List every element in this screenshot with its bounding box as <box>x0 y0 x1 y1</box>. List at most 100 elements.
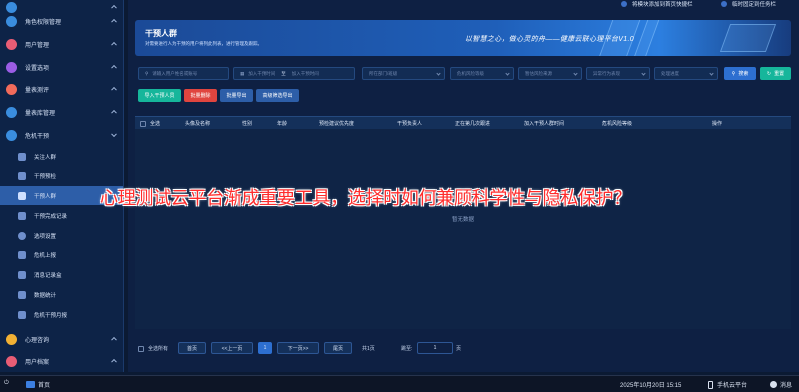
column-header: 预检建议优先度 <box>319 121 355 127</box>
page-banner: 干预人群 对需要进行人为干预的用户将列此列表，进行管理及跟踪。 以智慧之心，做心… <box>135 20 791 56</box>
column-header: 干预负责人 <box>397 121 423 127</box>
sidebar-subitem[interactable]: 关注人群 <box>0 147 123 166</box>
refresh-icon: ↻ <box>766 70 772 77</box>
role-icon <box>6 15 17 27</box>
page-number-current[interactable]: 1 <box>258 342 272 354</box>
monitor-icon <box>26 381 35 388</box>
report-icon <box>18 250 26 259</box>
calendar-icon: ▦ <box>240 70 245 76</box>
page-unit: 页 <box>456 346 462 352</box>
name-search-input[interactable]: ⚲ 请输入用户姓名或账号 <box>138 67 229 80</box>
column-header: 头像及名称 <box>185 121 211 127</box>
prev-page-button[interactable]: <<上一页 <box>211 342 253 354</box>
join-date-range[interactable]: ▦ 加入干预时间 至 加入干预时间 <box>233 67 355 80</box>
stats-icon <box>18 290 26 299</box>
sidebar-item-label: 设置选项 <box>25 65 50 72</box>
status-select[interactable]: 处理进度 <box>654 67 718 80</box>
column-header: 危机风险等级 <box>602 121 633 127</box>
first-page-button[interactable]: 首页 <box>178 342 206 354</box>
chevron-up-icon <box>111 109 117 116</box>
banner-decoration <box>719 24 777 52</box>
sidebar-item-profile[interactable]: 用户档案 <box>0 350 123 372</box>
sidebar-item-label: 量表测评 <box>25 87 50 94</box>
search-icon: ⚲ <box>145 70 149 76</box>
select-all-pages-checkbox[interactable]: 全选所有 <box>138 345 168 352</box>
sidebar-item-assessment[interactable]: 量表测评 <box>0 78 123 100</box>
inbox-icon <box>18 270 26 279</box>
page-description: 对需要进行人为干预的用户将列此列表，进行管理及跟踪。 <box>145 41 262 46</box>
search-icon: ⚲ <box>731 70 736 77</box>
mobile-platform-button[interactable]: 手机云平台 <box>708 380 747 389</box>
select-all-checkbox[interactable]: 全选 <box>140 120 160 127</box>
sidebar-subitem[interactable]: 危机上报 <box>0 245 123 264</box>
sidebar-item-label: 危机干预 <box>25 133 50 140</box>
sidebar-item-users[interactable]: 用户管理 <box>0 33 123 55</box>
check-icon <box>18 171 26 180</box>
next-page-button[interactable]: 下一页>> <box>277 342 319 354</box>
column-header: 正在第几次跟进 <box>455 121 491 127</box>
batch-export-button[interactable]: 批量导出 <box>220 89 253 102</box>
target-icon <box>18 191 26 200</box>
overlay-headline: 心理测试云平台渐成重要工具，选择时如何兼顾科学性与隐私保护？ <box>100 188 631 209</box>
messages-button[interactable]: 消息 <box>770 380 792 389</box>
top-bar: 将模块添加到首页快捷栏 临时固定到任务栏 <box>128 0 799 12</box>
chevron-down-icon <box>573 71 578 76</box>
pin-to-taskbar-link[interactable]: 临时固定到任务栏 <box>721 0 776 8</box>
record-icon <box>18 211 26 220</box>
sidebar-item-settings[interactable]: 设置选项 <box>0 56 123 78</box>
total-pages: 共1页 <box>362 346 375 352</box>
sidebar-item-consult[interactable]: 心理咨询 <box>0 328 123 350</box>
sidebar-item-library[interactable]: 量表库管理 <box>0 101 123 123</box>
behavior-select[interactable]: 异常行为表现 <box>586 67 650 80</box>
chevron-down-icon <box>505 71 510 76</box>
page-title: 干预人群 <box>145 29 177 38</box>
sidebar-item-label: 角色权限管理 <box>25 19 62 26</box>
add-to-shortcut-link[interactable]: 将模块添加到首页快捷栏 <box>621 0 693 8</box>
column-header: 加入干预人群时间 <box>524 121 565 127</box>
gear-icon <box>18 231 26 240</box>
start-button[interactable]: 首页 <box>26 380 50 389</box>
sidebar-subitem[interactable]: 危机干预月报 <box>0 305 123 324</box>
taskbar-icon <box>721 1 727 7</box>
sidebar-item-crisis[interactable]: 危机干预 <box>0 124 123 146</box>
chevron-down-icon <box>111 131 117 138</box>
search-button[interactable]: ⚲ 搜索 <box>724 67 756 80</box>
user-icon <box>6 38 17 50</box>
sidebar-subitem[interactable]: 选项设置 <box>0 226 123 245</box>
batch-delete-button[interactable]: 批量删除 <box>184 89 217 102</box>
risk-source-select[interactable]: 暂估风险来源 <box>518 67 582 80</box>
settings-icon <box>6 61 17 73</box>
bell-icon <box>770 381 777 388</box>
power-icon[interactable]: ⏻ <box>4 380 9 387</box>
risk-level-select[interactable]: 危机风险等级 <box>450 67 514 80</box>
chevron-down-icon <box>709 71 714 76</box>
sidebar-subitem[interactable]: 干预预检 <box>0 166 123 185</box>
import-intervention-button[interactable]: 导入干预人员 <box>138 89 181 102</box>
last-page-button[interactable]: 尾页 <box>324 342 352 354</box>
chevron-up-icon <box>111 358 117 365</box>
empty-state-text: 暂无数据 <box>451 217 474 223</box>
chevron-up-icon <box>111 336 117 343</box>
chevron-up-icon <box>111 41 117 48</box>
sidebar-item-label: 量表库管理 <box>25 110 56 117</box>
chevron-down-icon <box>641 71 646 76</box>
phone-icon <box>708 380 713 389</box>
chevron-up-icon <box>111 86 117 93</box>
heart-icon <box>6 83 17 95</box>
table-body <box>135 129 791 329</box>
sidebar-item-roles[interactable]: 角色权限管理 <box>0 10 123 32</box>
table-header: 全选 头像及名称 性别 年龄 预检建议优先度 干预负责人 正在第几次跟进 加入干… <box>135 116 791 129</box>
department-select[interactable]: 所在部门/班级 <box>362 67 445 80</box>
jump-page-input[interactable]: 1 <box>417 342 453 354</box>
sidebar-subitem[interactable]: 消息记录盒 <box>0 265 123 284</box>
sidebar-subitem[interactable]: 数据统计 <box>0 285 123 304</box>
column-header: 性别 <box>242 121 253 127</box>
advanced-export-button[interactable]: 高级筛选导出 <box>256 89 299 102</box>
reset-button[interactable]: ↻ 重置 <box>760 67 791 80</box>
consult-icon <box>6 333 17 345</box>
clock: 2025年10月20日 15:15 <box>620 383 682 389</box>
sidebar-item-label: 用户管理 <box>25 42 50 49</box>
chevron-up-icon <box>111 18 117 25</box>
column-header: 操作 <box>712 121 723 127</box>
sidebar-item-label: 用户档案 <box>25 359 50 366</box>
